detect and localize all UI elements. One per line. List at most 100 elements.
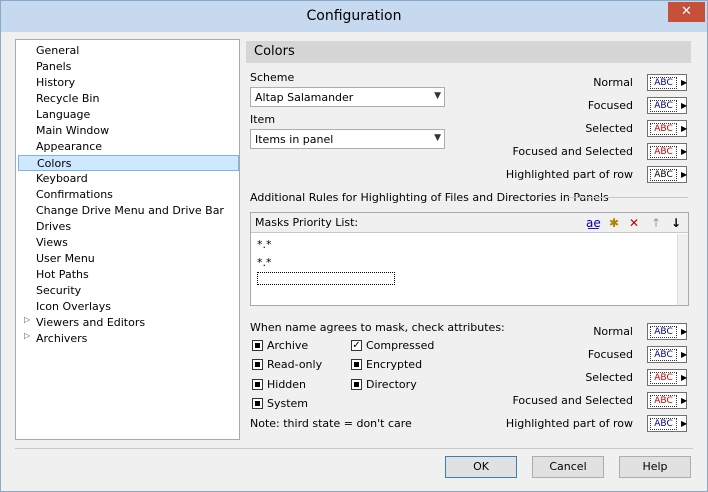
tree-item-views[interactable]: Views [36, 235, 68, 251]
color-row-label: Focused [587, 99, 633, 112]
tree-item-security[interactable]: Security [36, 283, 81, 299]
color-sample: ABC [650, 123, 677, 135]
tree-item-label: Security [36, 284, 82, 297]
tree-item-hot-paths[interactable]: Hot Paths [36, 267, 89, 283]
tree-item-history[interactable]: History [36, 75, 75, 91]
color-picker-button[interactable]: ABC ▶ [647, 346, 687, 363]
color-sample: ABC [650, 349, 677, 361]
dropdown-arrow-icon: ▶ [681, 101, 688, 110]
checkbox-label: Hidden [267, 378, 307, 391]
close-button[interactable]: ✕ [668, 2, 705, 22]
rules-separator [566, 197, 688, 198]
tree-item-user-menu[interactable]: User Menu [36, 251, 95, 267]
color-picker-button[interactable]: ABC ▶ [647, 74, 687, 91]
move-down-icon[interactable]: ↓ [671, 216, 681, 230]
color-row-label: Focused and Selected [512, 145, 633, 158]
color-picker-button[interactable]: ABC ▶ [647, 143, 687, 160]
move-up-icon[interactable]: ↑ [651, 216, 661, 230]
color-sample: ABC [650, 100, 677, 112]
checkbox-label: Archive [267, 339, 309, 352]
rules-title: Additional Rules for Highlighting of Fil… [250, 191, 609, 204]
scheme-combo[interactable]: Altap Salamander ▼ [250, 87, 445, 107]
tree-item-label: Drives [36, 220, 72, 233]
dropdown-arrow-icon: ▶ [681, 350, 688, 359]
checkbox-read-only[interactable] [252, 359, 263, 370]
tree-item-keyboard[interactable]: Keyboard [36, 171, 88, 187]
masks-scrollbar[interactable] [677, 234, 688, 305]
color-row-label: Normal [593, 76, 633, 89]
tree-item-confirmations[interactable]: Confirmations [36, 187, 113, 203]
tree-item-drives[interactable]: Drives [36, 219, 71, 235]
tree-item-archivers[interactable]: Archivers [36, 331, 87, 347]
checkbox-encrypted[interactable] [351, 359, 362, 370]
color-picker-button[interactable]: ABC ▶ [647, 166, 687, 183]
color-picker-button[interactable]: ABC ▶ [647, 392, 687, 409]
color-sample: ABC [650, 326, 677, 338]
tree-item-panels[interactable]: Panels [36, 59, 71, 75]
checkbox-compressed[interactable]: ✓ [351, 340, 362, 351]
tree-item-label: Change Drive Menu and Drive Bar [36, 204, 224, 217]
checkbox-directory[interactable] [351, 379, 362, 390]
checkbox-system[interactable] [252, 398, 263, 409]
color-sample: ABC [650, 77, 677, 89]
tree-item-viewers-and-editors[interactable]: Viewers and Editors [36, 315, 145, 331]
mask-item[interactable]: *.* [257, 238, 272, 251]
tree-item-icon-overlays[interactable]: Icon Overlays [36, 299, 111, 315]
ok-button[interactable]: OK [445, 456, 517, 478]
tree-item-recycle-bin[interactable]: Recycle Bin [36, 91, 99, 107]
scheme-label: Scheme [250, 71, 295, 84]
mask-item[interactable]: *.* [257, 256, 272, 269]
checkbox-hidden[interactable] [252, 379, 263, 390]
rename-icon[interactable]: a͟e [586, 216, 601, 230]
item-combo[interactable]: Items in panel ▼ [250, 129, 445, 149]
new-item-icon[interactable]: ✱ [609, 216, 619, 230]
color-row-label: Focused [587, 348, 633, 361]
color-sample: ABC [650, 418, 677, 430]
tree-item-label: Language [36, 108, 91, 121]
cancel-button[interactable]: Cancel [532, 456, 604, 478]
masks-listbox[interactable]: Masks Priority List: a͟e ✱ ✕ ↑ ↓ *.* *.* [250, 212, 689, 306]
color-picker-button[interactable]: ABC ▶ [647, 323, 687, 340]
checkbox-label: Read-only [267, 358, 323, 371]
title-bar: Configuration ✕ [1, 1, 707, 32]
chevron-down-icon: ▼ [434, 91, 441, 101]
settings-tree[interactable]: General Panels History Recycle Bin Language M… [15, 39, 240, 440]
tree-item-label: Panels [36, 60, 72, 73]
color-picker-button[interactable]: ABC ▶ [647, 415, 687, 432]
checkbox-label: Directory [366, 378, 417, 391]
tree-item-label: Confirmations [36, 188, 113, 201]
tree-item-appearance[interactable]: Appearance [36, 139, 102, 155]
expand-icon[interactable]: ▷ [24, 331, 30, 340]
tree-item-label: Recycle Bin [36, 92, 100, 105]
color-picker-button[interactable]: ABC ▶ [647, 369, 687, 386]
checkbox-label: Compressed [366, 339, 435, 352]
mask-new-entry[interactable] [257, 272, 395, 285]
checkbox-archive[interactable] [252, 340, 263, 351]
help-button[interactable]: Help [619, 456, 691, 478]
tree-item-colors[interactable]: Colors [18, 155, 239, 171]
scheme-value: Altap Salamander [255, 91, 354, 104]
tree-item-label: Views [36, 236, 68, 249]
window-title: Configuration [306, 8, 402, 24]
checkbox-label: Encrypted [366, 358, 423, 371]
section-title: Colors [254, 44, 295, 59]
color-picker-button[interactable]: ABC ▶ [647, 120, 687, 137]
tree-item-main-window[interactable]: Main Window [36, 123, 109, 139]
expand-icon[interactable]: ▷ [24, 315, 30, 324]
tree-item-label: Hot Paths [36, 268, 89, 281]
tree-item-label: User Menu [36, 252, 95, 265]
color-row-label: Selected [585, 371, 633, 384]
tree-item-label: Archivers [36, 332, 88, 345]
tree-item-language[interactable]: Language [36, 107, 90, 123]
color-row-label: Highlighted part of row [505, 168, 633, 181]
color-picker-button[interactable]: ABC ▶ [647, 97, 687, 114]
tree-item-label: History [36, 76, 76, 89]
tree-item-change-drive-menu-and-drive-bar[interactable]: Change Drive Menu and Drive Bar [36, 203, 224, 219]
delete-icon[interactable]: ✕ [629, 216, 639, 230]
tree-item-label: Keyboard [36, 172, 88, 185]
masks-header: Masks Priority List: a͟e ✱ ✕ ↑ ↓ [251, 213, 688, 233]
color-row-label: Focused and Selected [512, 394, 633, 407]
tree-item-label: Main Window [36, 124, 110, 137]
dropdown-arrow-icon: ▶ [681, 373, 688, 382]
tree-item-general[interactable]: General [36, 43, 79, 59]
